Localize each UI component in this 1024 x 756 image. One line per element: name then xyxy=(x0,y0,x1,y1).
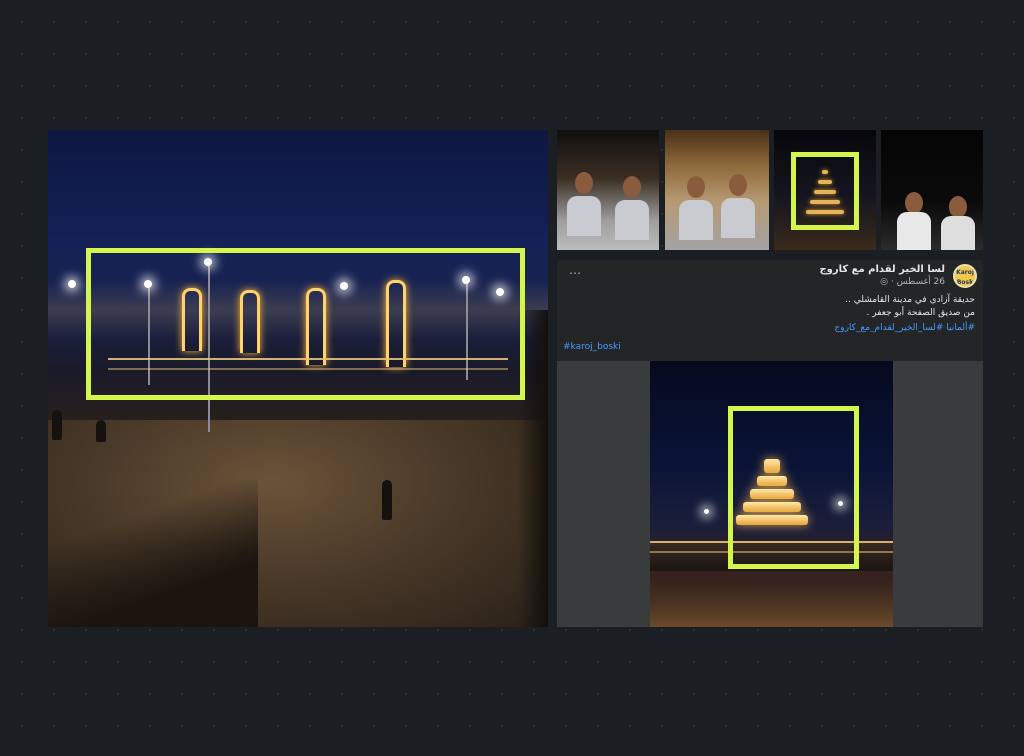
person-head xyxy=(687,176,705,198)
person-shirt xyxy=(615,200,649,240)
post-hashtags[interactable]: #ألمانيا #لسا_الخير_لقدام_مع_كاروج xyxy=(834,323,975,333)
post-hashtag-karoj[interactable]: #karoj_boski xyxy=(563,342,621,352)
globe-icon: ◎ xyxy=(880,277,888,287)
highlight-box-arches xyxy=(86,248,525,400)
more-horizontal-icon[interactable]: ⋯ xyxy=(569,266,582,280)
person-head xyxy=(905,192,923,214)
water-reflection xyxy=(650,577,893,627)
person-head xyxy=(729,174,747,196)
foreground-fence xyxy=(48,480,258,627)
facebook-post: ⋯ Karoj Bosk لسا الخير لقدام مع كاروج 26… xyxy=(557,260,983,361)
person-shirt xyxy=(721,198,755,238)
page-avatar-icon[interactable]: Karoj Bosk xyxy=(953,264,977,288)
thumbnail-photo-1 xyxy=(557,130,659,250)
person-shirt xyxy=(567,196,601,236)
post-page-name[interactable]: لسا الخير لقدام مع كاروج xyxy=(819,264,945,275)
thumbnail-photo-2 xyxy=(665,130,769,250)
lamp-light xyxy=(704,509,709,514)
thumbnail-photo-4 xyxy=(881,130,983,250)
lamp-light xyxy=(68,280,76,288)
highlight-box-thumbnail xyxy=(791,152,859,230)
person-silhouette xyxy=(96,420,106,442)
highlight-box-tower xyxy=(728,406,859,569)
evidence-board: ⋯ Karoj Bosk لسا الخير لقدام مع كاروج 26… xyxy=(0,0,1024,756)
person-head xyxy=(623,176,641,198)
person-shirt xyxy=(679,200,713,240)
post-meta: 26 أغسطس · ◎ xyxy=(880,277,945,287)
person-silhouette xyxy=(382,480,392,520)
post-text-line: من صديق الصفحة أبو جعفر . xyxy=(866,308,975,318)
person-silhouette xyxy=(52,410,62,440)
person-head xyxy=(949,196,967,218)
post-text-line: حديقة آزادي في مدينة القامشلي .. xyxy=(845,295,975,305)
person-shirt xyxy=(897,212,931,250)
person-shirt xyxy=(941,216,975,250)
person-head xyxy=(575,172,593,194)
post-date[interactable]: 26 أغسطس · xyxy=(888,277,945,287)
